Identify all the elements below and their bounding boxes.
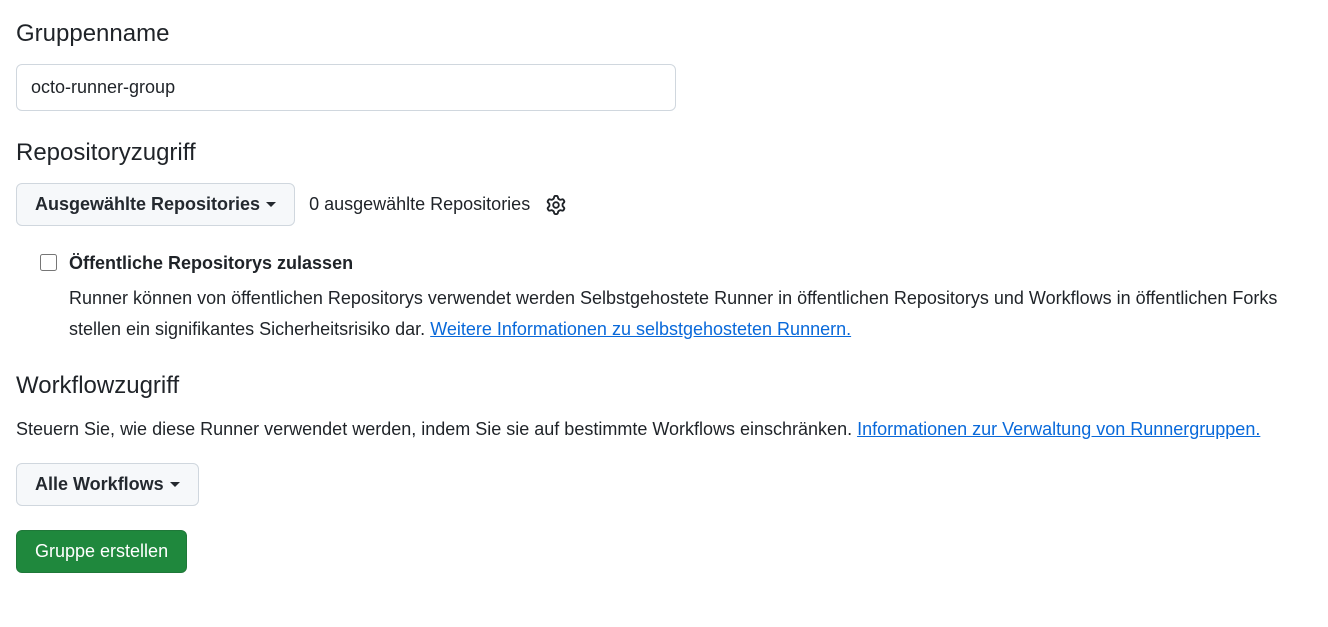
repo-count-text: 0 ausgewählte Repositories [309,191,530,218]
repo-access-dropdown-label: Ausgewählte Repositories [35,194,260,215]
workflow-access-dropdown-label: Alle Workflows [35,474,164,495]
allow-public-repos-description: Runner können von öffentlichen Repositor… [69,283,1312,344]
repo-settings-button[interactable] [544,193,568,217]
workflow-access-dropdown[interactable]: Alle Workflows [16,463,199,506]
gear-icon [546,195,566,215]
create-group-button[interactable]: Gruppe erstellen [16,530,187,573]
repo-access-dropdown[interactable]: Ausgewählte Repositories [16,183,295,226]
allow-public-repos-checkbox[interactable] [40,254,57,271]
runner-groups-info-link[interactable]: Informationen zur Verwaltung von Runnerg… [857,419,1260,439]
workflow-access-heading: Workflowzugriff [16,368,1312,404]
self-hosted-runners-link[interactable]: Weitere Informationen zu selbstgehostete… [430,319,851,339]
repo-access-heading: Repositoryzugriff [16,135,1312,171]
group-name-heading: Gruppenname [16,16,1312,52]
caret-down-icon [266,202,276,207]
group-name-input[interactable] [16,64,676,111]
caret-down-icon [170,482,180,487]
workflow-access-description: Steuern Sie, wie diese Runner verwendet … [16,416,1312,443]
allow-public-repos-label: Öffentliche Repositorys zulassen [69,250,1312,277]
